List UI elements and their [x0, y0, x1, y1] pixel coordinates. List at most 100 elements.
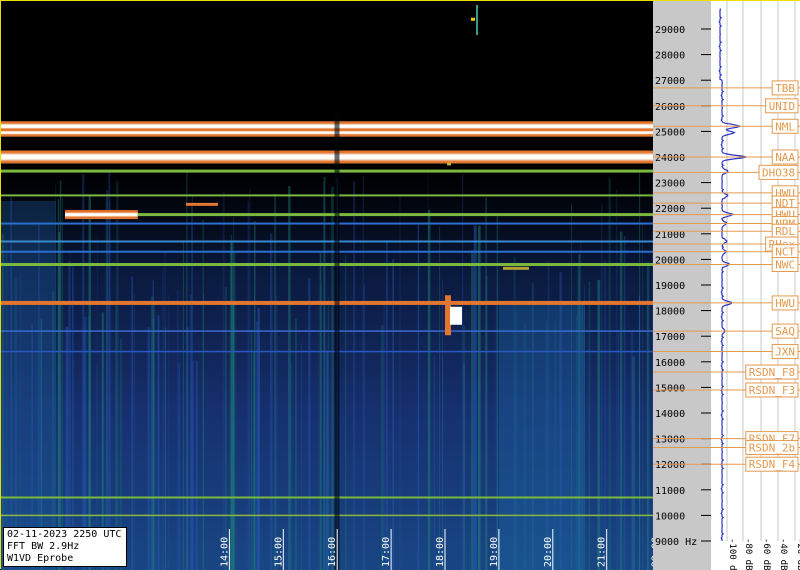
- station-label: UNID: [769, 100, 796, 113]
- station-label: TBB: [775, 82, 795, 95]
- carrier-line: [1, 301, 653, 305]
- carrier-line: [1, 131, 653, 135]
- noise-streak: [631, 331, 634, 570]
- time-tick-label: 14:00: [219, 537, 230, 567]
- frequency-tick-label: 19000: [655, 281, 685, 292]
- noise-streak: [486, 277, 488, 570]
- noise-streak: [132, 277, 133, 570]
- noise-streak: [331, 187, 334, 570]
- station-label: RSDN_2b: [749, 442, 795, 455]
- carrier-line: [1, 240, 653, 242]
- carrier-line: [1, 515, 655, 517]
- station-label: SAQ: [775, 325, 795, 338]
- noise-streak: [474, 226, 477, 570]
- station-label: RSDN_F8: [749, 366, 795, 379]
- time-tick-label: 21:00: [597, 537, 608, 567]
- noise-streak: [196, 361, 198, 570]
- noise-streak: [364, 284, 365, 570]
- noise-streak: [618, 332, 620, 570]
- station-label: NWC: [775, 259, 795, 272]
- noise-streak: [393, 259, 394, 570]
- carrier-line: [1, 330, 653, 332]
- noise-streak: [471, 250, 474, 570]
- noise-streak: [308, 278, 310, 570]
- noise-streak: [68, 262, 70, 570]
- noise-streak: [251, 329, 252, 570]
- noise-streak: [105, 198, 107, 570]
- noise-streak: [320, 253, 322, 570]
- noise-streak: [254, 221, 255, 570]
- carrier-line: [1, 153, 653, 162]
- spectrum-tick-label: -80 dB: [743, 538, 753, 570]
- carrier-segment: [503, 267, 529, 270]
- noise-streak: [178, 363, 180, 570]
- noise-streak: [274, 194, 276, 570]
- frequency-tick-label: 13000: [655, 435, 685, 446]
- station-label: JXN: [775, 346, 795, 359]
- spectrum-tick-label: -40 dB: [778, 538, 788, 570]
- carrier-segment: [447, 162, 451, 165]
- time-tick-label: 16:00: [327, 537, 338, 567]
- carrier-line: [1, 496, 653, 498]
- noise-streak: [597, 280, 600, 570]
- noise-streak: [186, 171, 188, 570]
- noise-streak: [295, 319, 296, 570]
- noise-streak: [225, 287, 226, 570]
- frequency-tick-label: 22000: [655, 204, 685, 215]
- carrier-line: [1, 223, 653, 225]
- noise-streak: [72, 267, 74, 570]
- station-label: NCT: [775, 246, 795, 259]
- carrier-line: [1, 263, 653, 266]
- noise-streak: [249, 189, 251, 570]
- time-tick-label: 18:00: [435, 537, 446, 567]
- noise-streak: [109, 201, 110, 570]
- noise-streak: [319, 263, 320, 570]
- frequency-tick-label: 17000: [655, 332, 685, 343]
- frequency-tick-label: 15000: [655, 383, 685, 394]
- caption-date: 02-11-2023 2250 UTC: [7, 529, 123, 541]
- noise-streak: [248, 201, 249, 570]
- waterfall-area: 14:0015:0016:0017:0018:0019:0020:0021:00…: [1, 1, 696, 570]
- noise-streak: [288, 186, 291, 570]
- noise-streak: [418, 225, 419, 570]
- noise-streak: [59, 232, 61, 570]
- frequency-tick-label: 26000: [655, 102, 685, 113]
- station-label: HWU: [775, 297, 795, 310]
- noise-streak: [259, 337, 260, 570]
- noise-streak: [652, 174, 653, 570]
- noise-streak: [353, 182, 355, 570]
- noise-streak: [203, 294, 204, 570]
- chart-frame: 14:0015:0016:0017:0018:0019:0020:0021:00…: [0, 0, 800, 569]
- noise-streak: [270, 234, 272, 570]
- spectrum-tick-label: -100 dB: [727, 538, 737, 570]
- noise-streak: [234, 252, 236, 570]
- frequency-tick-label: 12000: [655, 460, 685, 471]
- station-label: RSDN_F4: [749, 458, 796, 471]
- noise-streak: [291, 362, 292, 570]
- spectrum-tick-label: -60 dB: [761, 538, 771, 570]
- noise-streak: [642, 224, 643, 570]
- noise-streak: [154, 305, 155, 570]
- burst-marker: [476, 5, 478, 35]
- caption-box: 02-11-2023 2250 UTC FFT BW 2.9Hz W1VD Ep…: [3, 527, 127, 567]
- data-gap: [335, 111, 340, 570]
- station-label: DHO38: [762, 166, 795, 179]
- noise-streak: [158, 316, 160, 570]
- frequency-tick-label: 11000: [655, 486, 685, 497]
- noise-streak: [604, 261, 607, 570]
- time-tick-label: 15:00: [273, 537, 284, 567]
- noise-streak: [134, 295, 135, 570]
- noise-streak: [163, 268, 164, 570]
- noise-streak: [439, 227, 440, 570]
- noise-streak: [190, 295, 192, 570]
- carrier-segment: [471, 18, 475, 21]
- noise-streak: [478, 226, 481, 570]
- noise-streak: [616, 189, 617, 570]
- noise-streak: [386, 240, 388, 570]
- noise-streak: [463, 325, 465, 570]
- noise-streak: [168, 295, 169, 570]
- noise-streak: [639, 172, 640, 570]
- noise-streak: [191, 361, 193, 570]
- caption-fft: FFT BW 2.9Hz: [7, 541, 123, 553]
- noise-streak: [589, 282, 591, 570]
